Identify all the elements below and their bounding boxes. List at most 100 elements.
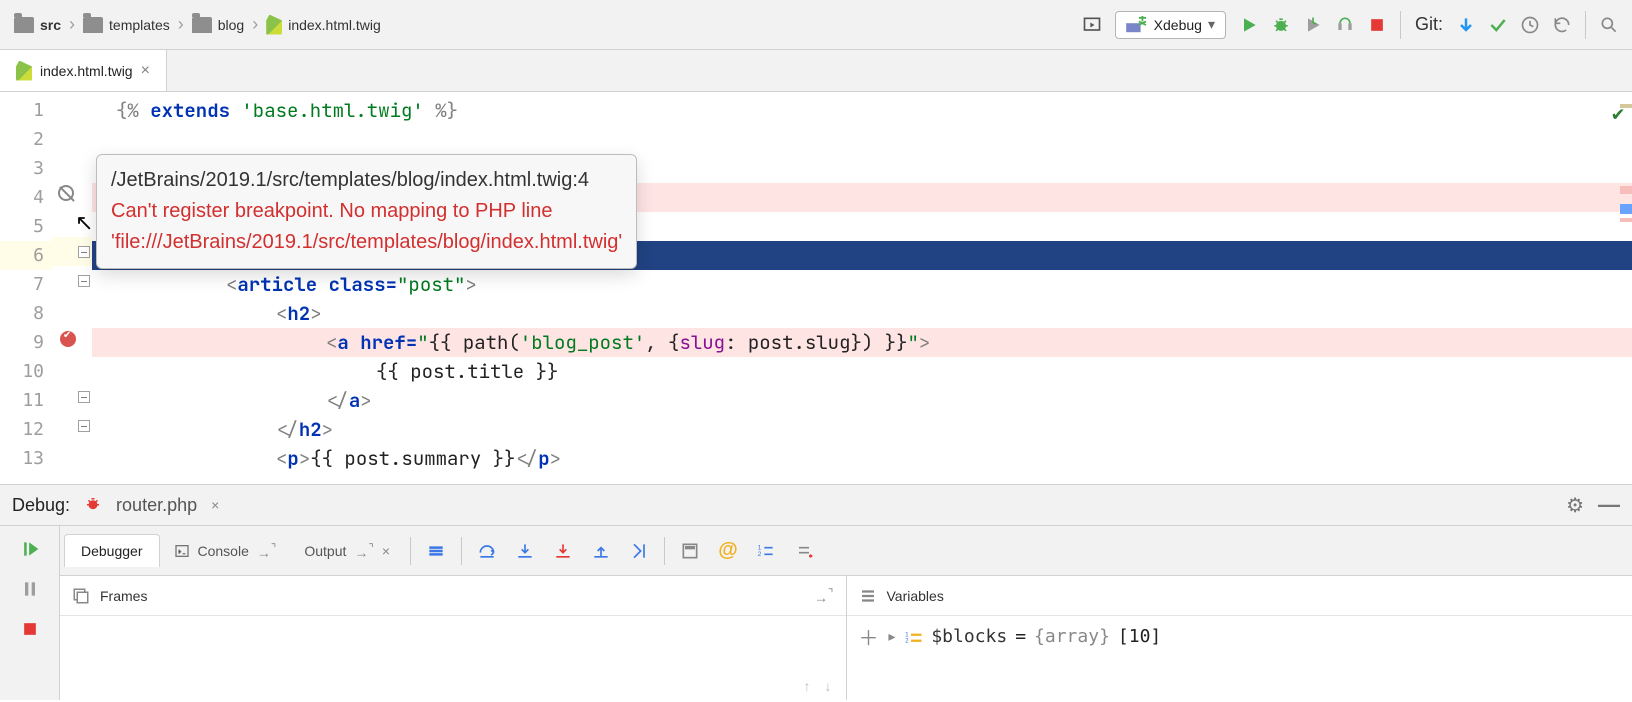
verified-breakpoint-icon[interactable] [60,331,76,347]
frames-tools: →⌝ [814,586,833,606]
php-xdebug-icon [1126,16,1148,34]
step-over-button[interactable] [472,536,502,566]
tooltip-error-line: Can't register breakpoint. No mapping to… [111,196,622,227]
frames-pane[interactable]: Frames →⌝ ↑ ↓ [60,576,847,700]
code-editor[interactable]: 1 2 3 4 5 6 7 8 9 10 11 12 13 {% extends… [0,92,1632,484]
console-icon [174,543,190,559]
prev-frame-button[interactable]: ↑ [804,678,811,694]
close-icon[interactable]: × [382,543,390,559]
resume-button[interactable] [15,534,45,564]
line-number: 6 [0,241,52,270]
add-watch-icon[interactable] [789,536,819,566]
chevron-right-icon: › [252,14,258,35]
folder-icon [14,17,34,33]
run-target-icon[interactable] [1077,10,1107,40]
run-configuration-select[interactable]: Xdebug ▾ [1115,11,1226,39]
debug-run-controls [0,526,60,700]
breadcrumb-segment: blog [218,17,244,33]
twig-file-icon [16,61,32,81]
step-into-button[interactable] [510,536,540,566]
vcs-update-button[interactable] [1451,10,1481,40]
folder-icon [83,17,103,33]
tab-debugger[interactable]: Debugger [64,534,160,567]
tab-title: index.html.twig [40,63,133,79]
variables-icon [859,587,877,605]
fold-collapse-icon[interactable] [78,246,90,258]
add-icon[interactable]: ＋ [859,622,879,651]
editor-tab[interactable]: index.html.twig × [0,50,167,91]
fold-collapse-icon[interactable] [78,420,90,432]
breadcrumb-segment: src [40,17,61,33]
git-label: Git: [1415,14,1443,35]
tooltip-path: /JetBrains/2019.1/src/templates/blog/ind… [111,165,622,196]
debug-panes: Frames →⌝ ↑ ↓ Variables ＋ ▸ [60,576,1632,700]
invalid-breakpoint-icon[interactable] [58,185,74,201]
line-number: 2 [0,125,52,154]
chevron-down-icon: ▾ [1208,16,1215,33]
line-number-gutter[interactable]: 1 2 3 4 5 6 7 8 9 10 11 12 13 [0,92,52,484]
line-number: 3 [0,154,52,183]
line-number: 11 [0,386,52,415]
chevron-right-icon: › [178,14,184,35]
frames-icon [72,587,90,605]
settings-icon[interactable]: ⚙ [1566,493,1584,518]
code-content[interactable]: {% extends 'base.html.twig' %} {% for po… [92,92,1632,484]
line-number: 1 [0,96,52,125]
svg-text:2: 2 [905,637,909,644]
gutter-marks[interactable] [52,92,92,484]
variables-pane[interactable]: Variables ＋ ▸ 12 $blocks = {array} [10] [847,576,1632,700]
run-to-cursor-button[interactable] [624,536,654,566]
close-icon[interactable]: × [141,62,150,80]
settings-arrow-icon[interactable]: →⌝ [814,586,833,606]
tab-output[interactable]: Output →⌝ × [290,541,404,561]
tab-console[interactable]: Console →⌝ [160,541,291,561]
listen-debug-button[interactable] [1330,10,1360,40]
run-config-label: Xdebug [1154,17,1202,33]
line-number: 13 [0,444,52,473]
tooltip-error-line: 'file:///JetBrains/2019.1/src/templates/… [111,227,622,258]
run-coverage-button[interactable] [1298,10,1328,40]
debug-title: Debug: [12,495,70,516]
vcs-commit-button[interactable] [1483,10,1513,40]
svg-text:2: 2 [758,551,762,558]
main-toolbar: src › templates › blog › index.html.twig… [0,0,1632,50]
variables-label: Variables [887,588,944,604]
debug-button[interactable] [1266,10,1296,40]
vcs-history-button[interactable] [1515,10,1545,40]
pause-button[interactable] [15,574,45,604]
fold-collapse-icon[interactable] [78,391,90,403]
variable-type: {array} [1034,626,1110,647]
breadcrumb-segment: index.html.twig [288,17,381,33]
array-type-icon: 12 [905,630,923,644]
expand-icon[interactable]: ▸ [887,626,898,647]
show-execution-point-button[interactable] [421,536,451,566]
debug-session-name[interactable]: router.php [116,495,197,516]
line-number: 5 [0,212,52,241]
variable-name: $blocks [931,626,1007,647]
at-icon[interactable]: @ [713,536,743,566]
breadcrumb[interactable]: src › templates › blog › index.html.twig [8,10,387,39]
vcs-revert-button[interactable] [1547,10,1577,40]
line-number: 8 [0,299,52,328]
twig-file-icon [266,15,282,35]
line-number: 4 [0,183,52,212]
variable-size: [10] [1118,626,1161,647]
step-out-button[interactable] [586,536,616,566]
stop-button[interactable] [15,614,45,644]
force-step-into-button[interactable] [548,536,578,566]
minimize-icon[interactable]: — [1598,492,1620,518]
error-stripe[interactable] [1620,92,1632,484]
next-frame-button[interactable]: ↓ [825,678,832,694]
close-icon[interactable]: × [211,497,219,513]
evaluate-expression-button[interactable] [675,536,705,566]
fold-collapse-icon[interactable] [78,275,90,287]
frames-label: Frames [100,588,147,604]
stop-button[interactable] [1362,10,1392,40]
trace-icon[interactable]: 12 [751,536,781,566]
run-button[interactable] [1234,10,1264,40]
variable-row[interactable]: ＋ ▸ 12 $blocks = {array} [10] [847,616,1632,657]
search-everywhere-button[interactable] [1594,10,1624,40]
line-number: 7 [0,270,52,299]
breadcrumb-segment: templates [109,17,170,33]
debug-tabs: Debugger Console →⌝ Output →⌝ × @ 12 [60,526,1632,576]
